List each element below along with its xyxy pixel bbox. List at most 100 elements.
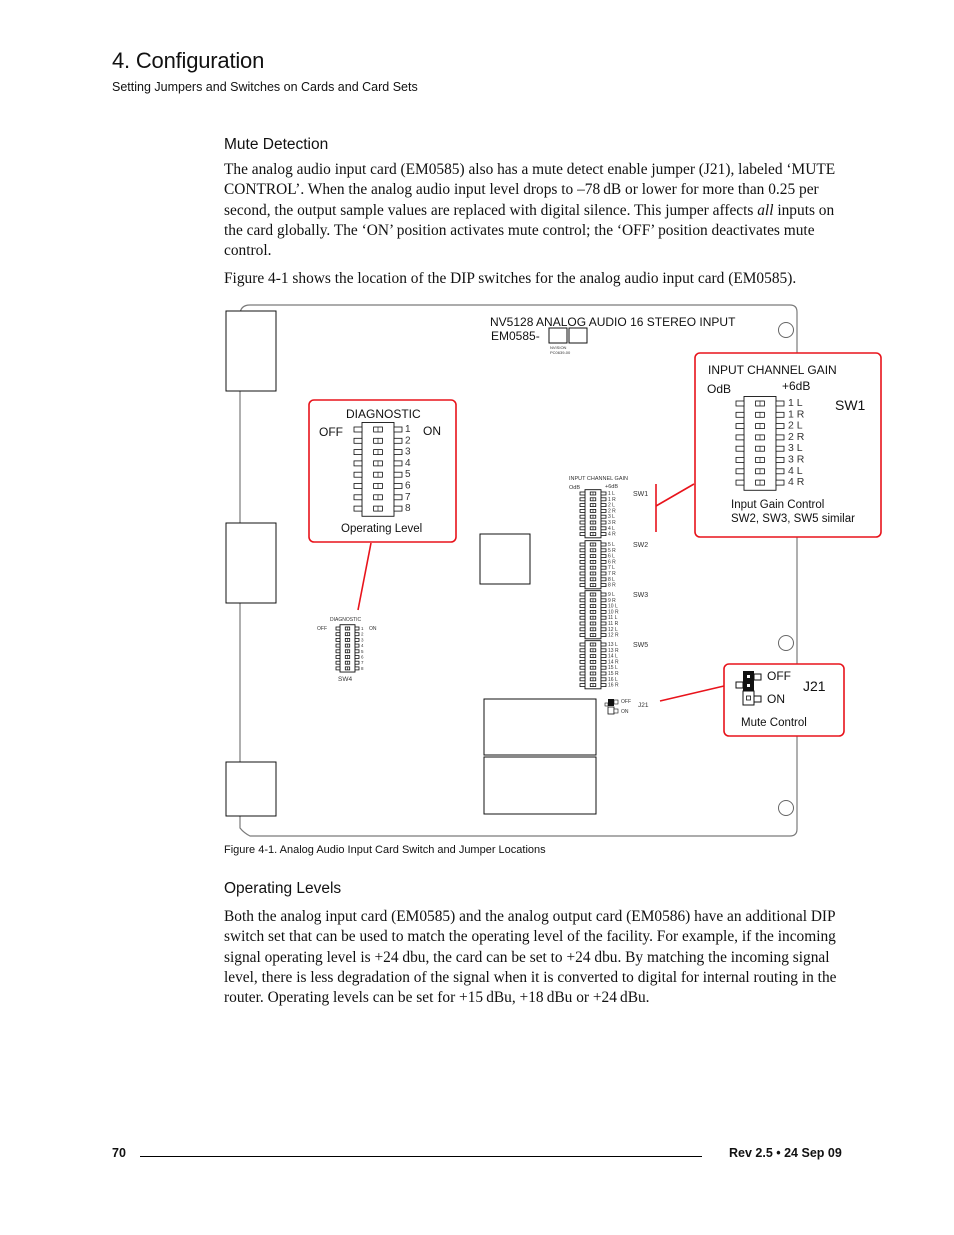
callout-jumper-on: ON bbox=[767, 692, 785, 706]
board-diag-pin-right bbox=[354, 643, 360, 648]
board-sw3-body bbox=[584, 590, 602, 640]
board-jumper-on: ON bbox=[621, 709, 629, 715]
callout-diag-label: 4 bbox=[405, 458, 411, 469]
board-sw2-pin-right bbox=[600, 542, 607, 547]
board-sw3-pin-right bbox=[600, 633, 607, 637]
board-sw1-body bbox=[584, 489, 602, 539]
callout-gain-low: OdB bbox=[707, 382, 731, 396]
board-sw3-pin-left bbox=[579, 592, 586, 597]
board-diag-label: 5 bbox=[361, 649, 364, 654]
board-sw3-pin-right bbox=[600, 598, 607, 603]
board-diag-pin-right bbox=[354, 626, 360, 631]
board-diagram: NV5128 ANALOG AUDIO 16 STEREO INPUT EM05… bbox=[225, 304, 882, 837]
chip bbox=[479, 533, 531, 585]
board-sw3-pin-left bbox=[579, 621, 586, 626]
board-diag-pin-left bbox=[335, 649, 341, 654]
callout-diag-label: 5 bbox=[405, 469, 411, 480]
board-diag-pin-left bbox=[335, 666, 341, 671]
board-sw2-pin-left bbox=[579, 560, 586, 564]
board-sw1-pin-left bbox=[579, 532, 586, 536]
callout-gain-footer-2: SW2, SW3, SW5 similar bbox=[731, 513, 855, 525]
board-sw5-pin-left bbox=[579, 677, 586, 682]
board-diag-pin-right bbox=[354, 655, 360, 659]
callout-diag-pin-right bbox=[393, 505, 403, 512]
board-sw1-pin-right bbox=[600, 514, 607, 519]
callout-diag-pin-left bbox=[353, 505, 363, 512]
callout-gain-pin-left bbox=[735, 434, 745, 441]
callout-gain-pin-left bbox=[735, 445, 745, 452]
callout-gain-label: 1 R bbox=[788, 408, 805, 420]
board-sw5-pin-left bbox=[579, 660, 586, 664]
board-sw1-pin-right bbox=[600, 491, 607, 496]
callout-leader-gain bbox=[655, 483, 695, 507]
board-sw2-pin-right bbox=[600, 583, 607, 587]
mounting-hole bbox=[778, 322, 794, 338]
callout-diag-label: 3 bbox=[405, 447, 411, 458]
callout-diag-label: 8 bbox=[405, 503, 411, 514]
board-diag-label: 2 bbox=[361, 632, 364, 637]
callout-gain-switch: 1 L1 R2 L2 R3 L3 R4 L4 R bbox=[735, 396, 805, 491]
operating-levels-heading: Operating Levels bbox=[224, 880, 342, 897]
callout-diag-off: OFF bbox=[319, 425, 343, 439]
callout-diag-label: 1 bbox=[405, 424, 411, 435]
callout-gain-title: INPUT CHANNEL GAIN bbox=[708, 363, 837, 377]
callout-jumper-footer: Mute Control bbox=[741, 717, 807, 729]
callout-gain-pin-right bbox=[775, 479, 785, 486]
callout-diag-pin-left bbox=[353, 449, 363, 456]
board-sw3-pin-left bbox=[579, 615, 586, 620]
callout-gain-label: 2 R bbox=[788, 431, 805, 443]
board-sw2-pin-right bbox=[600, 560, 607, 564]
board-sw1-pin-right bbox=[600, 497, 607, 502]
board-sw5-body bbox=[584, 640, 602, 690]
board-sw1-pin-left bbox=[579, 508, 586, 513]
callout-gain-pin-right bbox=[775, 423, 785, 430]
board-diag-body bbox=[339, 624, 356, 673]
callout-gain-pin-left bbox=[735, 400, 745, 407]
board-gain-switches: 1 L1 R2 L2 R3 L3 R4 L4 RSW15 L5 R6 L6 R7… bbox=[579, 489, 648, 690]
callout-diag-pin-left bbox=[353, 460, 363, 467]
board-sw1-pin-right bbox=[600, 520, 607, 525]
callout-gain-pin-left bbox=[735, 468, 745, 475]
board-diag-pin-left bbox=[335, 643, 341, 648]
board-jumper-name: J21 bbox=[638, 702, 649, 709]
callout-gain-label: 3 L bbox=[788, 442, 803, 454]
callout-diag-body bbox=[361, 422, 395, 517]
board-sw5-label: 16 R bbox=[608, 683, 619, 689]
board-sw2-pin-left bbox=[579, 565, 586, 570]
silk-pcb: PC0639-00 bbox=[550, 350, 571, 355]
board-sw3-pin-left bbox=[579, 598, 586, 603]
page-number: 70 bbox=[112, 1146, 126, 1160]
callout-gain-pin-left bbox=[735, 479, 745, 486]
callout-jumper-off: OFF bbox=[767, 669, 791, 683]
callout-diag-pin-left bbox=[353, 437, 363, 444]
board-switch-name: SW1 bbox=[633, 491, 648, 498]
callout-diag-pin-left bbox=[353, 494, 363, 501]
board-sw2-pin-left bbox=[579, 583, 586, 587]
board-jumper-off: OFF bbox=[621, 699, 631, 705]
board-sw3-pin-left bbox=[579, 633, 586, 637]
connector bbox=[225, 310, 277, 392]
board-sw5-pin-right bbox=[600, 660, 607, 664]
callout-gain-pin-left bbox=[735, 457, 745, 463]
board-sw3-label: 12 R bbox=[608, 633, 619, 639]
callout-gain-pin-right bbox=[775, 468, 785, 475]
board-switch-name: SW2 bbox=[633, 542, 648, 549]
board-sw5-pin-left bbox=[579, 648, 586, 653]
board-sw2-pin-right bbox=[600, 554, 607, 558]
board-diag-label: 6 bbox=[361, 655, 364, 660]
board-sw5-pin-right bbox=[600, 683, 607, 687]
board-sw2-pin-left bbox=[579, 577, 586, 582]
callout-gain-pin-right bbox=[775, 400, 785, 407]
callout-gain-label: 4 R bbox=[788, 476, 805, 488]
board-diag-pin-left bbox=[335, 660, 341, 665]
callout-diag-pin-right bbox=[393, 471, 403, 478]
board-part-number: EM0585- bbox=[491, 329, 540, 343]
callout-gain-label: 3 R bbox=[788, 454, 805, 466]
board-sw1-pin-left bbox=[579, 497, 586, 502]
board-sw1-pin-right bbox=[600, 508, 607, 513]
board-sw3-pin-right bbox=[600, 610, 607, 614]
board-sw1-label: 4 R bbox=[608, 532, 616, 538]
board-gain-header: INPUT CHANNEL GAIN bbox=[569, 476, 628, 482]
board-sw5-pin-right bbox=[600, 654, 607, 658]
board-diag-switch: 12345678 bbox=[335, 624, 364, 673]
